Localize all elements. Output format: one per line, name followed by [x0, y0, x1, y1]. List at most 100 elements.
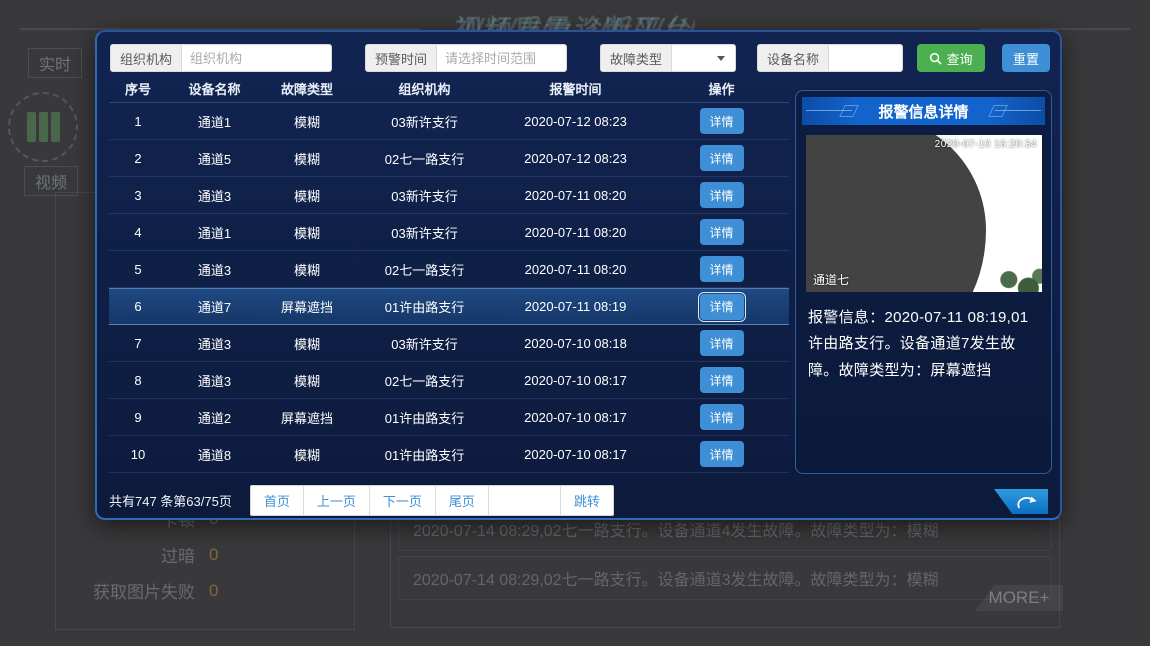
alarm-detail-panel: 报警信息详情 2020-07-10 16:20:34 通道七 报警信息：2020…	[795, 90, 1052, 474]
pagination-controls: 首页 上一页 下一页 尾页 跳转	[250, 485, 614, 516]
table-body: 1 通道1 模糊 03新许支行 2020-07-12 08:23 详情 2 通道…	[109, 103, 789, 473]
fault-type-select[interactable]	[672, 45, 735, 71]
org-filter-group: 组织机构	[110, 44, 332, 72]
cell-no: 10	[109, 447, 167, 462]
time-filter-group: 预警时间	[365, 44, 567, 72]
reset-button[interactable]: 重置	[1002, 44, 1050, 72]
hex-decoration-right	[995, 110, 1041, 111]
cell-fault: 模糊	[262, 445, 352, 464]
cell-no: 8	[109, 373, 167, 388]
bg-fault-stats: 卡顿0过暗0获取图片失败0	[40, 506, 340, 614]
cell-fault: 模糊	[262, 112, 352, 131]
cell-no: 6	[109, 299, 167, 314]
cell-no: 1	[109, 114, 167, 129]
cell-time: 2020-07-10 08:17	[497, 410, 654, 425]
fault-filter-group: 故障类型	[600, 44, 736, 72]
snapshot-channel-label: 通道七	[813, 271, 849, 288]
cell-no: 4	[109, 225, 167, 240]
cell-device: 通道3	[167, 371, 262, 390]
table-header-row: 序号 设备名称 故障类型 组织机构 报警时间 操作	[109, 75, 789, 103]
device-name-input[interactable]	[829, 45, 902, 71]
cell-fault: 模糊	[262, 149, 352, 168]
table-row[interactable]: 7 通道3 模糊 03新许支行 2020-07-10 08:18 详情	[109, 325, 789, 362]
cell-no: 2	[109, 151, 167, 166]
org-filter-input[interactable]	[182, 45, 331, 71]
return-button[interactable]	[994, 489, 1048, 514]
pagination-bar: 共有747 条第63/75页 首页 上一页 下一页 尾页 跳转	[109, 485, 614, 516]
prev-page-button[interactable]: 上一页	[304, 486, 370, 515]
search-button-label: 查询	[946, 49, 972, 68]
detail-button[interactable]: 详情	[700, 145, 744, 171]
bg-stat-label: 过暗	[40, 542, 195, 567]
bg-stat-row: 过暗0	[40, 542, 340, 567]
table-row[interactable]: 5 通道3 模糊 02七一路支行 2020-07-11 08:20 详情	[109, 251, 789, 288]
cell-no: 9	[109, 410, 167, 425]
return-arrow-icon	[1013, 494, 1039, 510]
alarm-query-dialog: 组织机构 预警时间 故障类型 设备名称 查询 重置	[95, 30, 1062, 520]
search-button[interactable]: 查询	[917, 44, 985, 72]
alarm-detail-message: 报警信息：2020-07-11 08:19,01许由路支行。设备通道7发生故障。…	[808, 305, 1041, 384]
detail-panel-title: 报警信息详情	[878, 101, 968, 122]
cell-device: 通道7	[167, 297, 262, 316]
pagination-summary: 共有747 条第63/75页	[109, 491, 232, 510]
cell-time: 2020-07-10 08:17	[497, 373, 654, 388]
table-row[interactable]: 9 通道2 屏幕遮挡 01许由路支行 2020-07-10 08:17 详情	[109, 399, 789, 436]
detail-button[interactable]: 详情	[700, 256, 744, 282]
col-header-action: 操作	[654, 79, 789, 98]
reset-button-label: 重置	[1013, 49, 1039, 68]
table-row[interactable]: 6 通道7 屏幕遮挡 01许由路支行 2020-07-11 08:19 详情	[109, 288, 789, 325]
col-header-fault: 故障类型	[262, 79, 352, 98]
jump-button[interactable]: 跳转	[561, 486, 613, 515]
cell-org: 01许由路支行	[352, 445, 497, 464]
cell-no: 7	[109, 336, 167, 351]
detail-button[interactable]: 详情	[700, 108, 744, 134]
video-quality-dashboard: 视频质量诊断平台 实时 视频 卡顿0过暗0获取图片失败0 2020-07-14 …	[0, 0, 1150, 646]
table-row[interactable]: 10 通道8 模糊 01许由路支行 2020-07-10 08:17 详情	[109, 436, 789, 473]
cell-device: 通道5	[167, 149, 262, 168]
table-row[interactable]: 1 通道1 模糊 03新许支行 2020-07-12 08:23 详情	[109, 103, 789, 140]
cell-time: 2020-07-11 08:20	[497, 262, 654, 277]
first-page-button[interactable]: 首页	[251, 486, 304, 515]
snapshot-timestamp: 2020-07-10 16:20:34	[935, 139, 1037, 150]
snapshot-obstruction	[806, 135, 986, 292]
cell-device: 通道2	[167, 408, 262, 427]
cell-device: 通道1	[167, 112, 262, 131]
last-page-button[interactable]: 尾页	[436, 486, 489, 515]
hex-decoration-left	[806, 110, 852, 111]
detail-panel-header: 报警信息详情	[802, 97, 1045, 125]
cell-fault: 屏幕遮挡	[262, 297, 352, 316]
time-range-input[interactable]	[437, 45, 566, 71]
alarm-table: 序号 设备名称 故障类型 组织机构 报警时间 操作 1 通道1 模糊 03新许支…	[109, 75, 789, 473]
page-number-input[interactable]	[489, 486, 561, 515]
cell-no: 5	[109, 262, 167, 277]
cell-fault: 屏幕遮挡	[262, 408, 352, 427]
detail-button[interactable]: 详情	[700, 404, 744, 430]
table-row[interactable]: 3 通道3 模糊 03新许支行 2020-07-11 08:20 详情	[109, 177, 789, 214]
camera-snapshot: 2020-07-10 16:20:34 通道七	[806, 135, 1042, 292]
cell-org: 03新许支行	[352, 334, 497, 353]
table-row[interactable]: 4 通道1 模糊 03新许支行 2020-07-11 08:20 详情	[109, 214, 789, 251]
cell-org: 02七一路支行	[352, 371, 497, 390]
cell-fault: 模糊	[262, 223, 352, 242]
detail-button[interactable]: 详情	[700, 367, 744, 393]
bg-stat-row: 获取图片失败0	[40, 578, 340, 603]
cell-device: 通道8	[167, 445, 262, 464]
cell-device: 通道3	[167, 334, 262, 353]
col-header-org: 组织机构	[352, 79, 497, 98]
chevron-down-icon	[717, 56, 725, 61]
cell-org: 01许由路支行	[352, 297, 497, 316]
cell-org: 02七一路支行	[352, 149, 497, 168]
cell-time: 2020-07-11 08:20	[497, 225, 654, 240]
detail-button[interactable]: 详情	[700, 294, 744, 320]
detail-button[interactable]: 详情	[700, 330, 744, 356]
detail-button[interactable]: 详情	[700, 441, 744, 467]
table-row[interactable]: 8 通道3 模糊 02七一路支行 2020-07-10 08:17 详情	[109, 362, 789, 399]
next-page-button[interactable]: 下一页	[370, 486, 436, 515]
detail-button[interactable]: 详情	[700, 182, 744, 208]
table-row[interactable]: 2 通道5 模糊 02七一路支行 2020-07-12 08:23 详情	[109, 140, 789, 177]
device-filter-label: 设备名称	[758, 45, 829, 71]
device-gauge-icon	[8, 92, 78, 162]
cell-fault: 模糊	[262, 371, 352, 390]
detail-button[interactable]: 详情	[700, 219, 744, 245]
cell-time: 2020-07-10 08:18	[497, 336, 654, 351]
